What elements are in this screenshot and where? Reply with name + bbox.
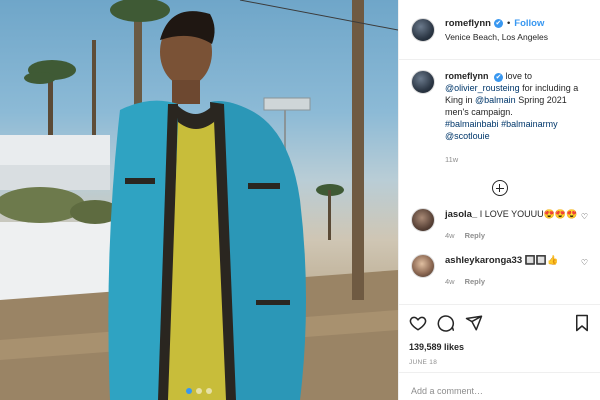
separator-dot: • xyxy=(506,17,511,29)
carousel-dots[interactable] xyxy=(0,388,398,394)
caption: romeflynn ✔ love to @olivier_rousteing f… xyxy=(399,60,600,166)
mention-link[interactable]: @scotlouie xyxy=(445,131,490,141)
hashtag-link[interactable]: #balmainbabi xyxy=(445,119,499,129)
hashtag-link[interactable]: #balmainarmy xyxy=(501,119,558,129)
bookmark-icon[interactable] xyxy=(574,314,590,332)
comment-text: I LOVE YOUUU😍😍😍 xyxy=(479,209,578,219)
avatar[interactable] xyxy=(411,17,435,42)
carousel-dot-1[interactable] xyxy=(186,388,192,394)
likes-count[interactable]: 139,589 likes xyxy=(409,342,590,352)
reply-button[interactable]: Reply xyxy=(465,231,485,240)
post-side-panel: romeflynn ✔ • Follow Venice Beach, Los A… xyxy=(398,0,600,400)
reply-button[interactable]: Reply xyxy=(465,277,485,286)
add-comment-bar xyxy=(399,372,600,400)
comment-avatar[interactable] xyxy=(411,254,435,278)
verified-badge-icon: ✔ xyxy=(493,18,503,28)
carousel-dot-2[interactable] xyxy=(196,388,202,394)
heart-icon[interactable] xyxy=(409,314,427,332)
utility-pole xyxy=(352,0,364,300)
comment: ashleykaronga33 🔲🔲👍 4w Reply ♡ xyxy=(399,254,600,288)
add-comment-input[interactable] xyxy=(411,386,588,396)
username-link[interactable]: romeflynn xyxy=(445,18,491,29)
post-date[interactable]: JUNE 18 xyxy=(409,359,590,366)
comment: jasola_ I LOVE YOUUU😍😍😍 4w Reply ♡ xyxy=(399,208,600,242)
comment-avatar[interactable] xyxy=(411,208,435,232)
photo-illustration xyxy=(0,0,398,400)
mention-link[interactable]: @olivier_rousteing xyxy=(445,83,520,93)
verified-badge-icon: ✔ xyxy=(494,73,504,82)
location-link[interactable]: Venice Beach, Los Angeles xyxy=(445,32,548,42)
mention-link[interactable]: @balmain xyxy=(475,95,516,105)
comment-time[interactable]: 4w xyxy=(445,231,455,240)
comment-username[interactable]: ashleykaronga33 xyxy=(445,255,522,266)
heart-icon[interactable]: ♡ xyxy=(581,212,588,221)
comment-time[interactable]: 4w xyxy=(445,277,455,286)
caption-avatar[interactable] xyxy=(411,70,435,94)
comment-text: 🔲🔲👍 xyxy=(524,255,559,265)
plus-circle-icon[interactable] xyxy=(491,180,508,196)
carousel-dot-3[interactable] xyxy=(206,388,212,394)
comment-username[interactable]: jasola_ xyxy=(445,209,477,220)
post-actions: 139,589 likes JUNE 18 xyxy=(399,304,600,366)
follow-button[interactable]: Follow xyxy=(514,18,544,29)
white-wall xyxy=(0,135,110,165)
post-photo[interactable] xyxy=(0,0,398,400)
caption-username[interactable]: romeflynn xyxy=(445,71,489,81)
post-header: romeflynn ✔ • Follow Venice Beach, Los A… xyxy=(399,0,600,60)
share-icon[interactable] xyxy=(465,314,483,332)
load-more-comments[interactable] xyxy=(399,180,600,196)
heart-icon[interactable]: ♡ xyxy=(581,258,588,267)
caption-text-part: love to xyxy=(505,71,533,81)
comment-icon[interactable] xyxy=(437,314,455,332)
caption-time[interactable]: 11w xyxy=(445,154,588,166)
